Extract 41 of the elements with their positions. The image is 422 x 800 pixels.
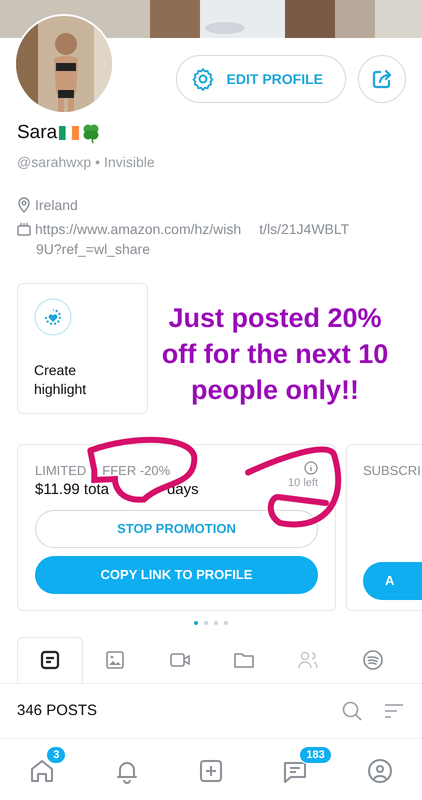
separator-dot: •: [95, 154, 100, 170]
notification-badge: 3: [46, 746, 66, 764]
carousel-dot[interactable]: [194, 620, 198, 624]
settings-icon: [190, 67, 215, 91]
info-icon[interactable]: [304, 460, 318, 474]
music-icon: [362, 648, 384, 670]
status-text: Invisible: [104, 154, 155, 170]
notification-badge: 183: [299, 746, 332, 764]
carousel-dot[interactable]: [224, 620, 228, 624]
link-text[interactable]: t/ls/21J4WBLT: [259, 218, 350, 238]
offer-title: FFER -20%: [102, 462, 170, 480]
card-button[interactable]: A: [363, 562, 422, 600]
tab[interactable]: [17, 636, 84, 682]
stop-promotion-button[interactable]: STOP PROMOTION: [35, 510, 318, 548]
heart-circle-icon: [34, 298, 72, 336]
highlight-label: Create highlight: [34, 360, 88, 398]
clover-icon: [81, 122, 102, 144]
share-button[interactable]: [358, 55, 406, 103]
link-text[interactable]: 9U?ref_=wl_share: [17, 238, 405, 258]
posts-count: 346 POSTS: [17, 700, 98, 720]
image-icon: [104, 648, 126, 670]
carousel-dot[interactable]: [204, 620, 208, 624]
offer-title: LIMITED: [35, 462, 86, 480]
carousel-dot[interactable]: [214, 620, 218, 624]
card-title: SUBSCRI: [363, 462, 422, 480]
profile-icon: [366, 757, 394, 785]
annotation-text: Just posted 20% off for the next 10 people only!!: [160, 302, 390, 407]
posts-icon: [39, 649, 62, 671]
location-icon: [17, 196, 31, 212]
location-text: Ireland: [35, 196, 78, 214]
handle-text: @sarahwxp: [17, 154, 92, 170]
profile-name: Sara: [17, 121, 58, 145]
copy-link-button[interactable]: COPY LINK TO PROFILE: [35, 556, 318, 594]
highlight-card[interactable]: Create highlight: [17, 282, 148, 414]
flag-icon: [59, 126, 80, 140]
offer-price: $11.99 tota: [35, 480, 109, 500]
search-icon[interactable]: [341, 700, 363, 722]
share-icon: [371, 68, 393, 90]
remaining-text: 10 left: [288, 476, 318, 490]
link-text[interactable]: https://www.amazon.com/hz/wish: [35, 218, 242, 238]
edit-profile-button[interactable]: EDIT PROFILE: [176, 55, 346, 103]
